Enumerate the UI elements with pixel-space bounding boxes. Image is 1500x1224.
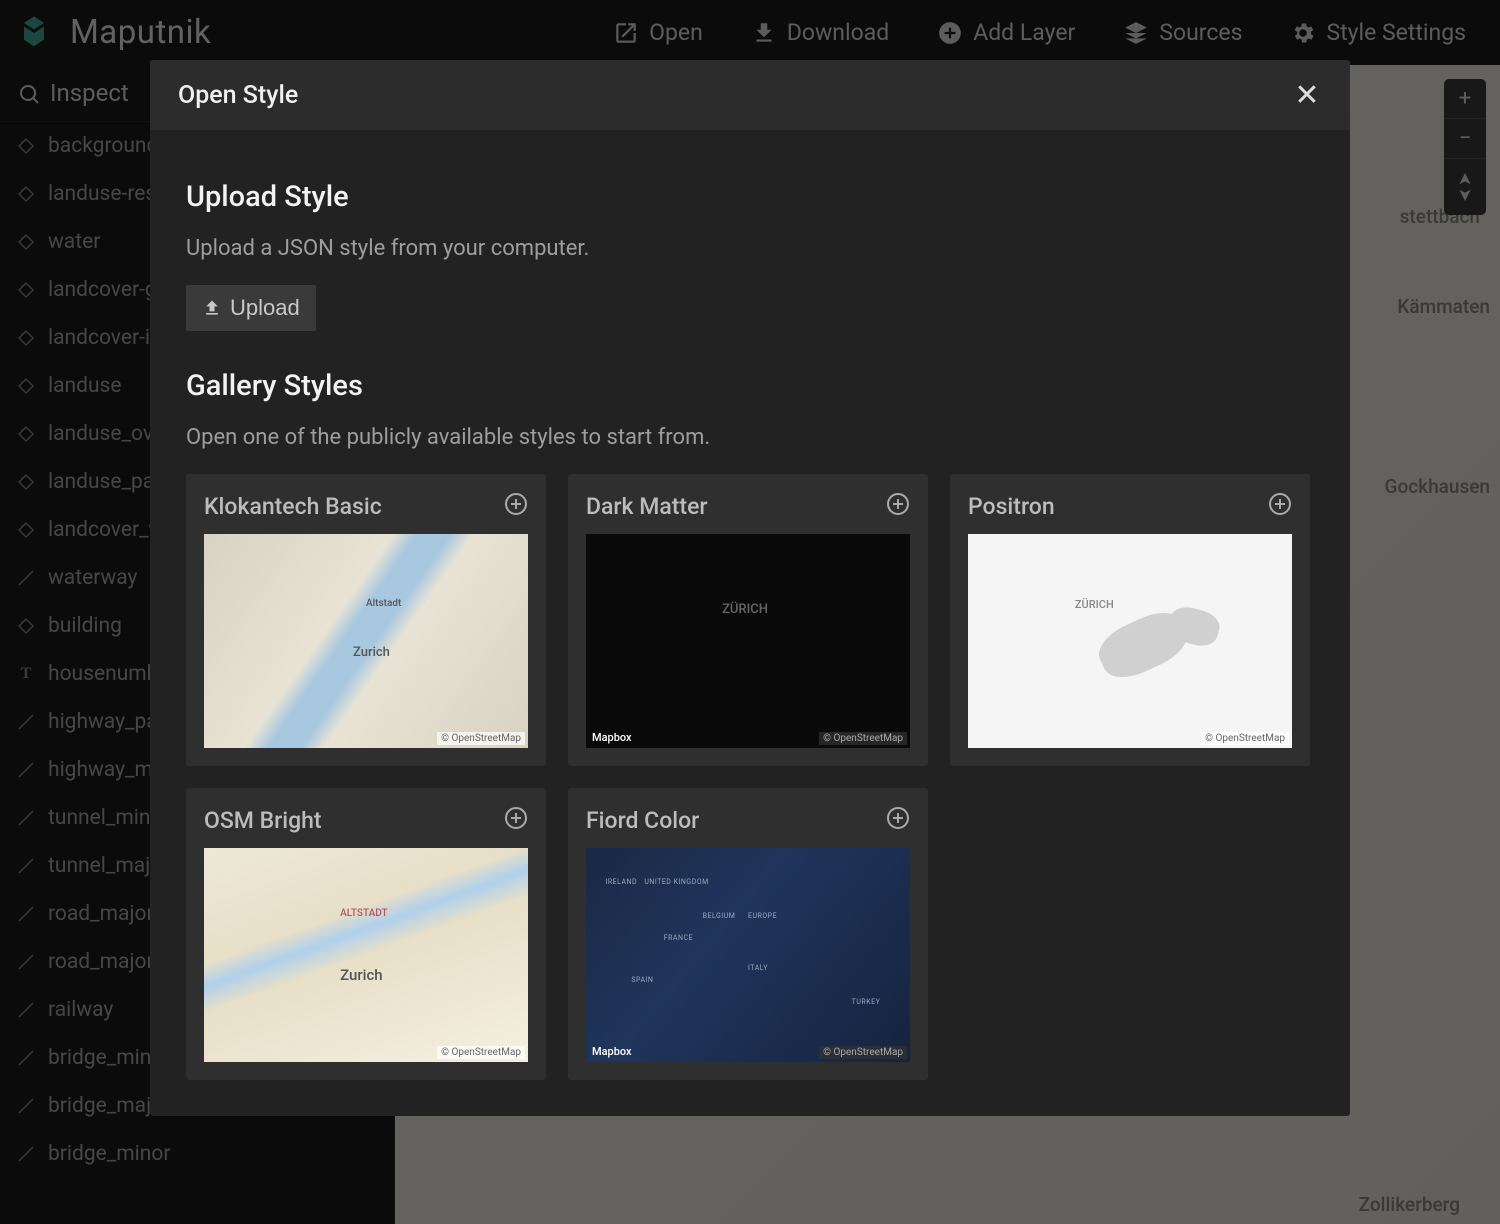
open-style-modal: Open Style ✕ Upload Style Upload a JSON … [150, 60, 1350, 1116]
gallery-card-title: Klokantech Basic [204, 493, 382, 520]
gallery-thumbnail: ZurichAltstadt© OpenStreetMap [204, 534, 528, 748]
add-circle-icon [504, 492, 528, 520]
gallery-style-card[interactable]: Klokantech Basic ZurichAltstadt© OpenStr… [186, 474, 546, 766]
add-circle-icon [886, 492, 910, 520]
gallery-desc: Open one of the publicly available style… [186, 425, 1314, 450]
modal-header: Open Style ✕ [150, 60, 1350, 130]
gallery-thumbnail: UNITED KINGDOMIRELANDBELGIUMEUROPEFRANCE… [586, 848, 910, 1062]
upload-heading: Upload Style [186, 180, 1314, 214]
modal-title: Open Style [178, 81, 298, 110]
upload-button-label: Upload [230, 295, 300, 321]
gallery-card-title: Positron [968, 493, 1055, 520]
add-circle-icon [886, 806, 910, 834]
gallery-thumbnail: ZÜRICHMapbox© OpenStreetMap [586, 534, 910, 748]
upload-button[interactable]: Upload [186, 285, 316, 331]
gallery-card-title: Fiord Color [586, 807, 699, 834]
gallery-card-title: Dark Matter [586, 493, 708, 520]
gallery-card-title: OSM Bright [204, 807, 322, 834]
gallery-heading: Gallery Styles [186, 369, 1314, 403]
add-circle-icon [504, 806, 528, 834]
add-circle-icon [1268, 492, 1292, 520]
gallery-thumbnail: ZurichALTSTADT© OpenStreetMap [204, 848, 528, 1062]
upload-icon [202, 298, 222, 318]
gallery-style-card[interactable]: OSM Bright ZurichALTSTADT© OpenStreetMap [186, 788, 546, 1080]
gallery-style-card[interactable]: Dark Matter ZÜRICHMapbox© OpenStreetMap [568, 474, 928, 766]
gallery-style-card[interactable]: Positron ZÜRICH© OpenStreetMap [950, 474, 1310, 766]
close-icon[interactable]: ✕ [1292, 80, 1322, 110]
upload-desc: Upload a JSON style from your computer. [186, 236, 1314, 261]
gallery-thumbnail: ZÜRICH© OpenStreetMap [968, 534, 1292, 748]
gallery-style-card[interactable]: Fiord Color UNITED KINGDOMIRELANDBELGIUM… [568, 788, 928, 1080]
